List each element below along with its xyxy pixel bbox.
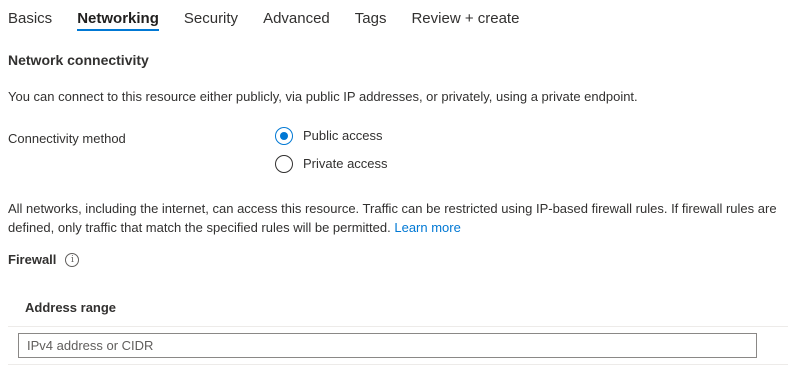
tab-networking[interactable]: Networking (77, 0, 159, 31)
radio-button-checked[interactable] (275, 126, 293, 145)
tab-bar: Basics Networking Security Advanced Tags… (8, 0, 544, 40)
radio-private-access[interactable]: Private access (275, 153, 388, 174)
radio-public-access[interactable]: Public access (275, 125, 388, 146)
learn-more-link[interactable]: Learn more (394, 220, 460, 235)
address-range-column-header: Address range (25, 300, 117, 315)
networking-page: Basics Networking Security Advanced Tags… (0, 0, 804, 383)
table-bottom-divider (8, 364, 788, 365)
address-range-input[interactable] (19, 334, 756, 357)
tab-security[interactable]: Security (184, 0, 238, 31)
address-range-field (18, 333, 757, 358)
tab-review-create[interactable]: Review + create (411, 0, 519, 31)
tab-advanced[interactable]: Advanced (263, 0, 330, 31)
table-divider (8, 326, 788, 327)
firewall-label: Firewall (8, 252, 57, 267)
tab-basics[interactable]: Basics (8, 0, 52, 31)
tab-tags[interactable]: Tags (355, 0, 387, 31)
connectivity-radio-group: Public access Private access (275, 125, 388, 181)
section-title: Network connectivity (8, 52, 149, 68)
intro-text: You can connect to this resource either … (8, 89, 638, 104)
connectivity-method-label: Connectivity method (8, 131, 126, 146)
info-icon[interactable]: i (65, 252, 80, 267)
radio-button-unchecked[interactable] (275, 154, 293, 173)
access-description: All networks, including the internet, ca… (8, 199, 778, 237)
firewall-heading: Firewall i (8, 252, 80, 267)
access-description-text: All networks, including the internet, ca… (8, 201, 777, 235)
radio-private-access-label: Private access (303, 156, 388, 171)
radio-public-access-label: Public access (303, 128, 383, 143)
